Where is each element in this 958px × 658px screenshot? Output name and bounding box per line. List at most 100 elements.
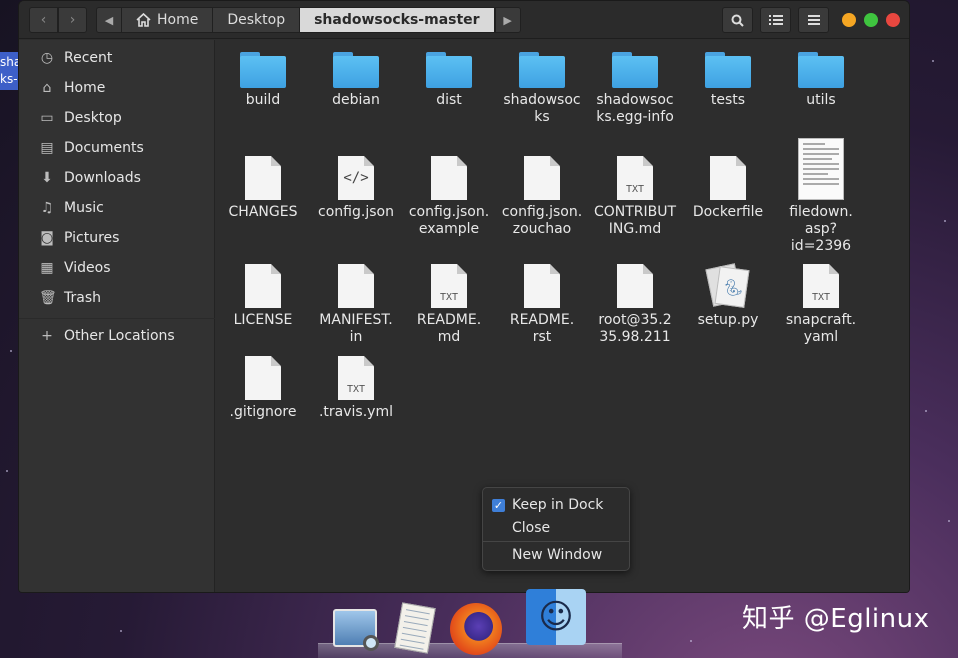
file-name: config.json [318, 204, 394, 220]
file-item-snapcraft[interactable]: TXT snapcraft. yaml [776, 262, 866, 346]
text-file-icon: TXT [338, 356, 374, 400]
file-name: debian [332, 92, 380, 108]
python-file-icon: 🐍︎ [705, 263, 751, 308]
file-manager-window: ‹ › ◀ Home Desktop shadowsocks-master ▶ … [18, 0, 910, 593]
view-toggle-button[interactable] [760, 7, 791, 33]
videos-icon: ▦ [40, 260, 54, 276]
file-item-contributing[interactable]: TXT CONTRIBUT ING.md [590, 154, 680, 238]
file-name: setup.py [697, 312, 759, 328]
menu-button[interactable] [798, 7, 829, 33]
watermark: 知乎 @Eglinux [742, 604, 930, 634]
file-name: snapcraft. yaml [785, 312, 857, 345]
file-item-config-json[interactable]: </> config.json [311, 154, 401, 221]
file-item-utils[interactable]: utils [776, 42, 866, 109]
file-item-license[interactable]: LICENSE [218, 262, 308, 329]
menu-item-label: Keep in Dock [512, 497, 604, 513]
sidebar-item-music[interactable]: ♫ Music [19, 194, 215, 222]
sidebar-item-home[interactable]: ⌂ Home [19, 74, 215, 102]
trash-icon: 🗑︎ [39, 290, 57, 306]
sidebar-item-label: Videos [64, 260, 111, 276]
breadcrumb: ◀ Home Desktop shadowsocks-master ▶ [96, 7, 521, 33]
sidebar-item-downloads[interactable]: ⬇ Downloads [19, 164, 215, 192]
text-file-icon: TXT [617, 156, 653, 200]
folder-icon [798, 52, 844, 88]
text-file-icon: TXT [803, 264, 839, 308]
sidebar-item-desktop[interactable]: ▭ Desktop [19, 104, 215, 132]
file-item-shadowsocks[interactable]: shadowsoc ks [497, 42, 587, 126]
file-item-readme-md[interactable]: TXT README. md [404, 262, 494, 346]
hamburger-icon [807, 15, 820, 25]
checkbox-checked-icon: ✓ [492, 499, 505, 512]
breadcrumb-home[interactable]: Home [122, 7, 214, 33]
downloads-icon: ⬇ [41, 170, 53, 186]
file-name: Dockerfile [692, 204, 764, 220]
list-view-icon [768, 15, 783, 25]
chevron-left-icon: ‹ [40, 12, 47, 28]
sidebar-item-other-locations[interactable]: + Other Locations [19, 322, 215, 350]
file-item-changes[interactable]: CHANGES [218, 154, 308, 221]
folder-icon [240, 52, 286, 88]
file-item-tests[interactable]: tests [683, 42, 773, 109]
image-viewer-icon[interactable] [333, 609, 379, 651]
sidebar-item-documents[interactable]: ▤ Documents [19, 134, 215, 162]
sidebar-item-label: Documents [64, 140, 144, 156]
forward-button[interactable]: › [58, 7, 87, 33]
plus-icon: + [41, 328, 53, 344]
sidebar-item-label: Trash [64, 290, 101, 306]
minimize-button[interactable] [842, 13, 856, 27]
document-icon [245, 264, 281, 308]
sidebar-item-recent[interactable]: ◷ Recent [19, 44, 215, 72]
breadcrumb-current-label: shadowsocks-master [314, 12, 480, 28]
text-file-icon: TXT [431, 264, 467, 308]
file-name: filedown. asp? id=2396 [789, 204, 853, 254]
search-button[interactable] [722, 7, 753, 33]
clock-icon: ◷ [40, 50, 54, 66]
breadcrumb-desktop[interactable]: Desktop [213, 7, 301, 33]
menu-item-label: Close [512, 520, 551, 536]
file-item-dist[interactable]: dist [404, 42, 494, 109]
file-name: shadowsoc ks [503, 92, 581, 125]
sidebar: ◷ Recent ⌂ Home ▭ Desktop ▤ Documents ⬇ Downl… [19, 40, 215, 592]
file-item-setup-py[interactable]: 🐍︎ setup.py [683, 262, 773, 329]
breadcrumb-current[interactable]: shadowsocks-master [300, 7, 495, 33]
chevron-right-icon: › [69, 12, 76, 28]
file-item-gitignore[interactable]: .gitignore [218, 354, 308, 421]
menu-item-new-window[interactable]: New Window [483, 544, 629, 566]
file-item-debian[interactable]: debian [311, 42, 401, 109]
maximize-button[interactable] [864, 13, 878, 27]
file-item-readme-rst[interactable]: README. rst [497, 262, 587, 346]
file-name: dist [436, 92, 462, 108]
sidebar-item-trash[interactable]: 🗑︎ Trash [19, 284, 215, 312]
sidebar-divider [19, 318, 215, 319]
sidebar-item-videos[interactable]: ▦ Videos [19, 254, 215, 282]
sidebar-item-label: Recent [64, 50, 113, 66]
sidebar-item-pictures[interactable]: ◙ Pictures [19, 224, 215, 252]
finder-icon[interactable]: ☺ [526, 589, 586, 645]
file-item-manifest[interactable]: MANIFEST. in [311, 262, 401, 346]
path-scroll-left-button[interactable]: ◀ [96, 7, 122, 33]
file-name: README. md [416, 312, 482, 345]
firefox-icon[interactable] [450, 603, 502, 655]
back-button[interactable]: ‹ [29, 7, 58, 33]
file-item-config-zouchao[interactable]: config.json. zouchao [497, 154, 587, 238]
desktop-icon-label-line: sha [0, 55, 19, 69]
menu-item-keep-in-dock[interactable]: ✓ Keep in Dock [483, 494, 629, 516]
desktop-icon: ▭ [40, 110, 54, 126]
document-icon [338, 264, 374, 308]
menu-item-close[interactable]: Close [483, 517, 629, 539]
file-name: root@35.2 35.98.211 [598, 312, 672, 345]
document-icon [431, 156, 467, 200]
home-icon: ⌂ [42, 80, 52, 96]
file-item-root-host[interactable]: root@35.2 35.98.211 [590, 262, 680, 346]
path-scroll-right-button[interactable]: ▶ [494, 7, 521, 33]
file-item-egg-info[interactable]: shadowsoc ks.egg-info [590, 42, 680, 126]
close-button[interactable] [886, 13, 900, 27]
file-item-travis[interactable]: TXT .travis.yml [311, 354, 401, 421]
file-item-config-example[interactable]: config.json. example [404, 154, 494, 238]
file-item-dockerfile[interactable]: Dockerfile [683, 154, 773, 221]
file-item-filedown[interactable]: filedown. asp? id=2396 [776, 138, 866, 255]
folder-icon [705, 52, 751, 88]
file-item-build[interactable]: build [218, 42, 308, 109]
menu-item-label: New Window [512, 547, 603, 563]
desktop-icon-label[interactable]: sha ks- [0, 52, 19, 90]
